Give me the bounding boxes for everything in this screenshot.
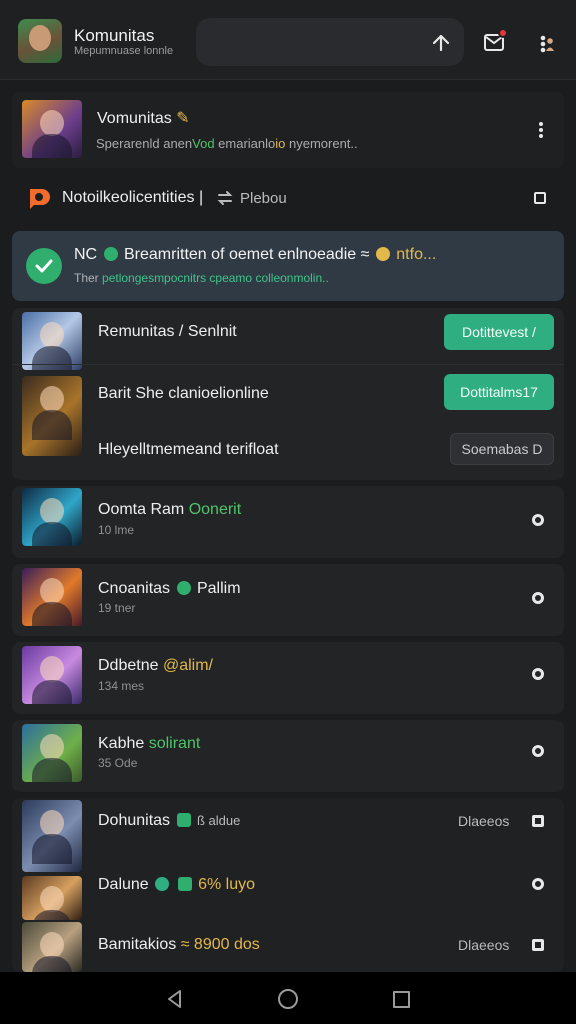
row-title: Remunitas / Senlnit xyxy=(98,323,237,340)
community-thumbnail xyxy=(22,488,82,546)
list-item[interactable]: Oomta Ram Oonerit 10 lme xyxy=(12,486,564,558)
radio-icon[interactable] xyxy=(532,592,544,604)
list-item-title: Kabhe solirant xyxy=(98,735,201,752)
row-title: Hleyelltmemeand terifloat xyxy=(98,441,279,458)
shield-icon xyxy=(177,877,192,891)
checkbox-icon[interactable] xyxy=(532,939,544,951)
system-nav-bar xyxy=(0,972,576,1024)
section-header: Notoilkeolicentities | Plebou xyxy=(12,176,564,220)
community-thumbnail xyxy=(22,922,82,972)
search-box[interactable] xyxy=(196,18,464,66)
recents-icon[interactable] xyxy=(393,991,410,1008)
banner-subtitle: Ther petlongesmpocnitrs cpeamo colleonmo… xyxy=(74,271,329,285)
banner-title: NC Breamritten of oemet enlnoeadie ≈ ntf… xyxy=(74,246,437,263)
verified-icon xyxy=(176,581,191,595)
list-item-subtitle: 10 lme xyxy=(98,523,135,537)
featured-community-card[interactable]: Vomunitas ✎ Sperarenld anenVod emarianlo… xyxy=(12,92,564,168)
brand-logo-icon xyxy=(30,189,50,209)
radio-icon[interactable] xyxy=(532,668,544,680)
community-thumbnail xyxy=(22,646,82,704)
top-app-bar: Komunitas Mepumnuase lonnle xyxy=(0,0,576,80)
secondary-button[interactable]: Soemabas D xyxy=(450,433,554,465)
list-item[interactable]: Cnoanitas Pallim 19 tner xyxy=(12,564,564,636)
community-thumbnail xyxy=(22,312,82,370)
featured-title: Vomunitas ✎ xyxy=(97,110,190,127)
overflow-menu-icon[interactable] xyxy=(538,121,544,139)
community-thumbnail xyxy=(22,568,82,626)
back-icon[interactable] xyxy=(164,988,186,1010)
list-item-title: Bamitakios ≈ 8900 dos xyxy=(98,936,260,953)
list-item-subtitle: 134 mes xyxy=(98,679,145,693)
app-title: Komunitas xyxy=(74,26,155,45)
community-thumbnail xyxy=(22,876,82,920)
radio-icon[interactable] xyxy=(532,878,544,890)
list-item-subtitle: 19 tner xyxy=(98,601,136,615)
section-sublabel: Plebou xyxy=(240,190,287,207)
radio-icon[interactable] xyxy=(532,745,544,757)
join-button[interactable]: Dottitalms17 xyxy=(444,374,554,410)
community-thumbnail xyxy=(22,724,82,782)
checkbox-icon[interactable] xyxy=(532,815,544,827)
list-item-title: Dohunitas ß aldue xyxy=(98,812,241,829)
profile-avatar[interactable] xyxy=(18,19,62,63)
list-item[interactable]: Dohunitas ß aldue Dlaeeos Dalune 6% luyo… xyxy=(12,798,564,972)
list-item-title: Oomta Ram Oonerit xyxy=(98,501,242,518)
featured-thumbnail xyxy=(22,100,82,158)
list-item[interactable]: Kabhe solirant 35 Ode xyxy=(12,720,564,792)
community-group-card: Remunitas / Senlnit Dotittevest / Barit … xyxy=(12,308,564,480)
home-icon[interactable] xyxy=(278,989,298,1009)
divider xyxy=(12,364,564,365)
info-banner[interactable]: NC Breamritten of oemet enlnoeadie ≈ ntf… xyxy=(12,231,564,301)
app-subtitle: Mepumnuase lonnle xyxy=(74,45,174,57)
check-icon xyxy=(26,248,62,284)
section-label: Notoilkeolicentities | xyxy=(62,189,204,206)
list-item-title: Ddbetne @alim/ xyxy=(98,657,213,674)
community-thumbnail xyxy=(22,376,82,456)
join-button[interactable]: Dotittevest / xyxy=(444,314,554,350)
section-toggle-icon[interactable] xyxy=(534,192,546,204)
upload-icon[interactable] xyxy=(430,31,452,53)
list-item-title: Dalune 6% luyo xyxy=(98,876,255,893)
swap-icon xyxy=(217,191,233,205)
list-item-subtitle: 35 Ode xyxy=(98,756,138,770)
badge-icon xyxy=(155,877,170,891)
shield-icon xyxy=(176,813,191,827)
featured-subtitle: Sperarenld anenVod emarianloio nyemorent… xyxy=(96,136,358,151)
row-title: Barit She clanioelionline xyxy=(98,385,269,402)
notification-badge xyxy=(498,28,508,38)
list-item[interactable]: Ddbetne @alim/ 134 mes xyxy=(12,642,564,714)
shield-icon xyxy=(103,247,118,261)
emoji-icon xyxy=(375,247,390,261)
list-item-action-label: Dlaeeos xyxy=(458,937,510,953)
list-item-action-label: Dlaeeos xyxy=(458,813,510,829)
radio-icon[interactable] xyxy=(532,514,544,526)
list-item-title: Cnoanitas Pallim xyxy=(98,580,241,597)
more-icon[interactable] xyxy=(536,32,558,54)
community-thumbnail xyxy=(22,800,82,872)
